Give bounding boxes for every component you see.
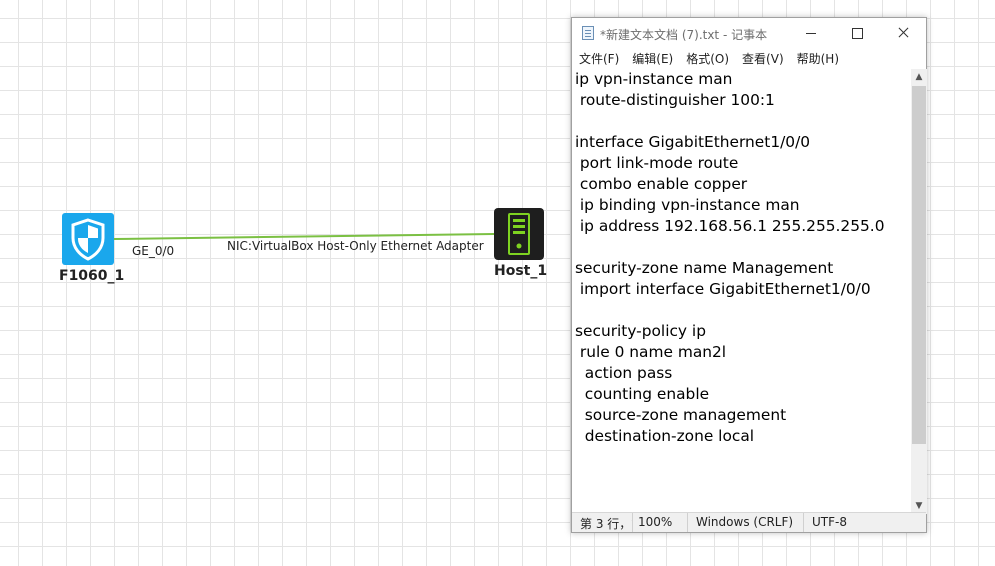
editor-line: counting enable bbox=[575, 385, 710, 403]
status-cursor-position: 第 3 行，第 bbox=[572, 513, 633, 532]
device-label-host[interactable]: Host_1 bbox=[494, 263, 547, 279]
notepad-titlebar[interactable]: *新建文本文档 (7).txt - 记事本 bbox=[572, 18, 926, 48]
close-button[interactable] bbox=[880, 18, 926, 48]
window-title: *新建文本文档 (7).txt - 记事本 bbox=[600, 28, 768, 42]
editor-line: interface GigabitEthernet1/0/0 bbox=[575, 133, 811, 151]
status-bar: 第 3 行，第 100% Windows (CRLF) UTF-8 bbox=[572, 512, 926, 532]
notepad-window[interactable]: *新建文本文档 (7).txt - 记事本 文件(F) 编辑(E) 格式(O) … bbox=[571, 17, 927, 533]
notepad-app-icon bbox=[582, 26, 594, 40]
editor-line: route-distinguisher 100:1 bbox=[575, 91, 775, 109]
editor-line: action pass bbox=[575, 364, 673, 382]
editor-line: security-zone name Management bbox=[575, 259, 834, 277]
status-line-ending: Windows (CRLF) bbox=[688, 513, 804, 532]
firewall-shield-icon bbox=[71, 218, 105, 261]
menu-help[interactable]: 帮助(H) bbox=[797, 48, 846, 68]
menu-format[interactable]: 格式(O) bbox=[686, 48, 736, 68]
editor-line: security-policy ip bbox=[575, 322, 706, 340]
menu-view[interactable]: 查看(V) bbox=[742, 48, 791, 68]
scroll-thumb[interactable] bbox=[912, 86, 926, 444]
editor-line: port link-mode route bbox=[575, 154, 739, 172]
menu-file[interactable]: 文件(F) bbox=[579, 48, 626, 68]
editor-line: combo enable copper bbox=[575, 175, 748, 193]
vertical-scrollbar[interactable]: ▲ ▼ bbox=[911, 69, 927, 514]
firewall-device[interactable] bbox=[62, 213, 114, 265]
host-server-icon bbox=[508, 213, 530, 255]
status-zoom: 100% bbox=[633, 513, 688, 532]
maximize-button[interactable] bbox=[834, 18, 880, 48]
menu-bar: 文件(F) 编辑(E) 格式(O) 查看(V) 帮助(H) bbox=[572, 48, 926, 68]
editor-line: rule 0 name man2l bbox=[575, 343, 727, 361]
port-label-nic: NIC:VirtualBox Host-Only Ethernet Adapte… bbox=[227, 239, 484, 253]
device-label-f1060[interactable]: F1060_1 bbox=[59, 268, 124, 284]
menu-edit[interactable]: 编辑(E) bbox=[632, 48, 680, 68]
text-editor[interactable]: ip vpn-instance man route-distinguisher … bbox=[572, 69, 911, 514]
scroll-up-icon[interactable]: ▲ bbox=[911, 69, 927, 85]
editor-line: ip binding vpn-instance man bbox=[575, 196, 800, 214]
editor-line: ip vpn-instance man bbox=[575, 70, 733, 88]
port-label-ge: GE_0/0 bbox=[132, 244, 175, 258]
editor-line: import interface GigabitEthernet1/0/0 bbox=[575, 280, 871, 298]
editor-line: ip address 192.168.56.1 255.255.255.0 bbox=[575, 217, 885, 235]
status-encoding: UTF-8 bbox=[812, 515, 847, 529]
minimize-button[interactable] bbox=[788, 18, 834, 48]
editor-line: destination-zone local bbox=[575, 427, 755, 445]
editor-line: source-zone management bbox=[575, 406, 787, 424]
host-device[interactable] bbox=[494, 208, 544, 260]
